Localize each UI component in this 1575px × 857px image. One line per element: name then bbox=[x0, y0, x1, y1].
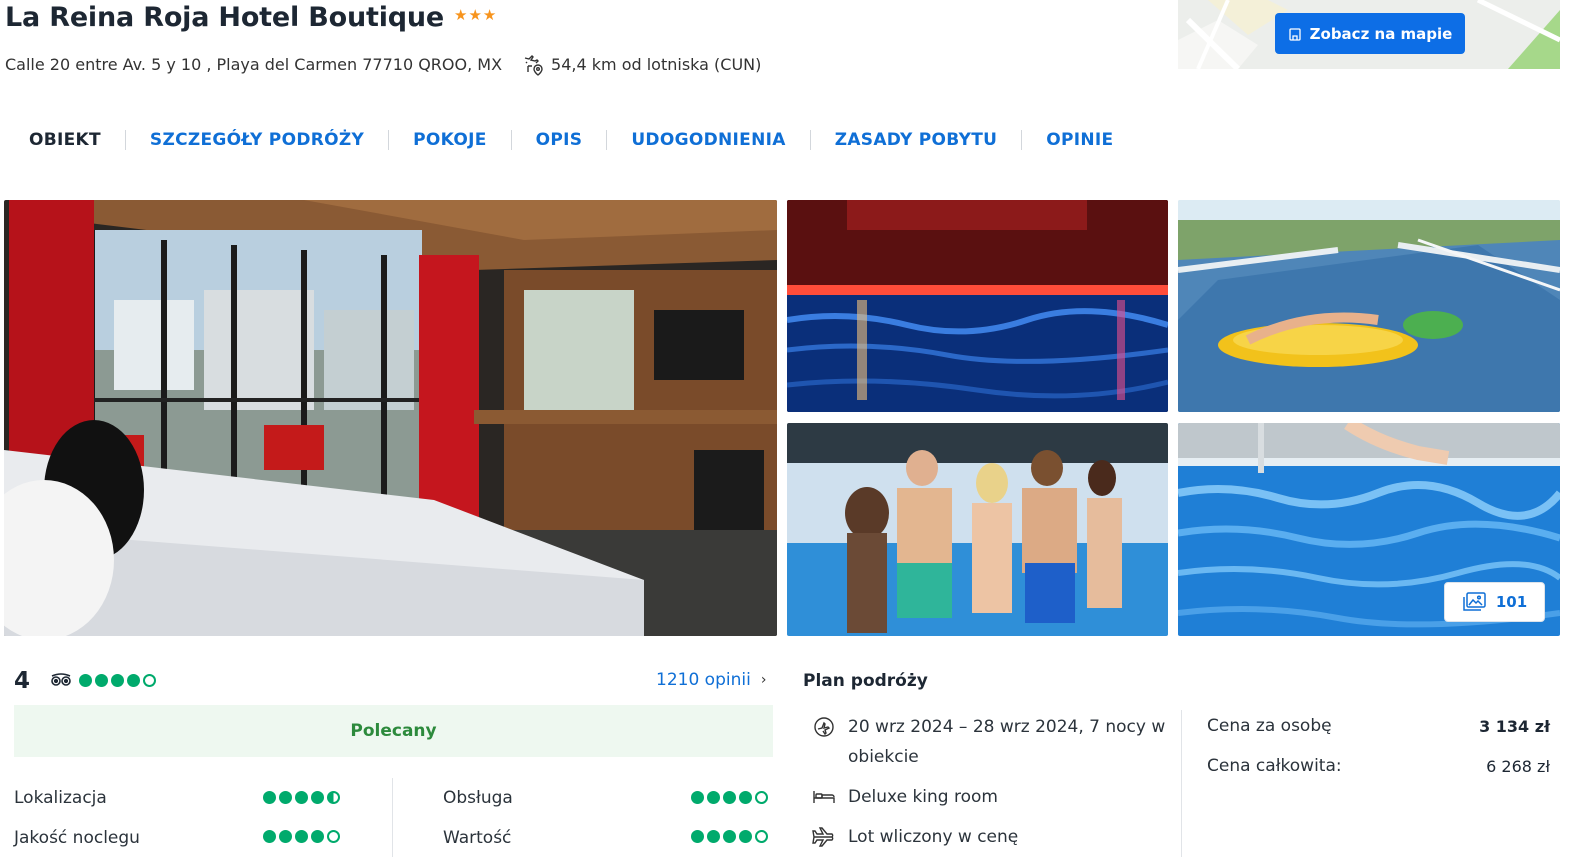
rating-bubble bbox=[111, 673, 124, 687]
bed-icon bbox=[813, 791, 835, 803]
trip-flight: Lot wliczony w cenę bbox=[812, 822, 1018, 852]
rating-bubble bbox=[311, 791, 324, 804]
rating-bubble bbox=[739, 791, 752, 804]
price-per-person-label: Cena za osobę bbox=[1207, 716, 1332, 736]
chevron-right-icon: › bbox=[760, 672, 767, 688]
subrating-label-jakosc: Jakość noclegu bbox=[14, 828, 140, 848]
subrating-bubbles-wartosc bbox=[691, 830, 768, 843]
view-on-map-label: Zobacz na mapie bbox=[1309, 24, 1453, 43]
hotel-name: La Reina Roja Hotel Boutique bbox=[5, 2, 445, 33]
subrating-label-obsluga: Obsługa bbox=[443, 788, 513, 808]
star-rating: ★★★ bbox=[454, 5, 498, 24]
subrating-bubbles-jakosc bbox=[263, 830, 340, 843]
section-tabs: OBIEKT SZCZEGÓŁY PODRÓŻY POKOJE OPIS UDO… bbox=[29, 126, 1113, 154]
tab-divider bbox=[510, 130, 512, 150]
airport-distance-text: 54,4 km od lotniska (CUN) bbox=[551, 54, 762, 74]
tab-obiekt[interactable]: OBIEKT bbox=[29, 130, 101, 150]
recommendation-label: Polecany bbox=[350, 721, 437, 741]
rating-bubble bbox=[295, 830, 308, 843]
hotel-room-photo[interactable] bbox=[4, 200, 777, 636]
trip-dates-line2: obiekcie bbox=[848, 747, 919, 767]
address-line: Calle 20 entre Av. 5 y 10 , Playa del Ca… bbox=[5, 52, 761, 76]
rating-bubble bbox=[755, 830, 768, 843]
subrating-bubbles-lokalizacja bbox=[263, 791, 340, 804]
rooftop-pool-float-photo[interactable] bbox=[1178, 200, 1560, 412]
rating-bubble bbox=[263, 791, 276, 804]
rating-bubble bbox=[707, 791, 720, 804]
tab-divider bbox=[809, 130, 811, 150]
tab-divider bbox=[388, 130, 390, 150]
rating-bubble bbox=[327, 830, 340, 843]
subrating-divider bbox=[392, 778, 393, 857]
night-pool-photo[interactable] bbox=[787, 200, 1168, 412]
plan-price-divider bbox=[1181, 710, 1182, 857]
rating-bubble bbox=[707, 830, 720, 843]
trip-dates-line1: 20 wrz 2024 – 28 wrz 2024, 7 nocy w bbox=[848, 717, 1166, 737]
rating-bubble bbox=[263, 830, 276, 843]
airport-distance: 54,4 km od lotniska (CUN) bbox=[522, 52, 761, 76]
rating-bubble bbox=[79, 673, 92, 687]
tab-opinie[interactable]: OPINIE bbox=[1046, 130, 1113, 150]
price-per-person-value: 3 134 zł bbox=[1479, 717, 1550, 736]
rating-bubble bbox=[295, 791, 308, 804]
rating-bubble bbox=[95, 673, 108, 687]
rating-bubble bbox=[279, 791, 292, 804]
rating-bubble bbox=[739, 830, 752, 843]
plane-icon bbox=[812, 827, 834, 847]
rating-bubble bbox=[723, 830, 736, 843]
tab-divider bbox=[1021, 130, 1023, 150]
tab-divider bbox=[124, 130, 126, 150]
rating-bubble bbox=[723, 791, 736, 804]
trip-plan-title: Plan podróży bbox=[803, 671, 928, 691]
reviews-count: 1210 opinii bbox=[656, 670, 751, 690]
rating-bubble bbox=[691, 830, 704, 843]
rating-bubble bbox=[143, 673, 156, 687]
rating-bubble bbox=[127, 673, 140, 687]
subrating-label-wartosc: Wartość bbox=[443, 828, 512, 848]
tab-zasady-pobytu[interactable]: ZASADY POBYTU bbox=[835, 130, 998, 150]
price-total-value: 6 268 zł bbox=[1486, 757, 1550, 776]
rating-score: 4 bbox=[14, 668, 31, 694]
trip-room-text: Deluxe king room bbox=[848, 787, 998, 807]
gallery-icon bbox=[1463, 592, 1486, 611]
photo-count: 101 bbox=[1495, 593, 1528, 611]
trip-flight-text: Lot wliczony w cenę bbox=[848, 827, 1019, 847]
photo-count-button[interactable]: 101 bbox=[1444, 582, 1545, 622]
tab-udogodnienia[interactable]: UDOGODNIENIA bbox=[631, 130, 785, 150]
guests-pool-party-photo[interactable] bbox=[787, 423, 1168, 636]
rating-bubble bbox=[755, 791, 768, 804]
tripadvisor-rating bbox=[50, 673, 156, 687]
view-on-map-button[interactable]: Zobacz na mapie bbox=[1275, 13, 1465, 54]
tab-szczegoly-podrozy[interactable]: SZCZEGÓŁY PODRÓŻY bbox=[150, 130, 364, 150]
hotel-address: Calle 20 entre Av. 5 y 10 , Playa del Ca… bbox=[5, 54, 503, 74]
hotel-header: La Reina Roja Hotel Boutique ★★★ bbox=[5, 2, 497, 33]
rating-bubble bbox=[327, 791, 340, 804]
trip-dates: 20 wrz 2024 – 28 wrz 2024, 7 nocy w obie… bbox=[812, 712, 1165, 772]
tab-divider bbox=[606, 130, 608, 150]
calendar-plane-icon bbox=[814, 717, 834, 737]
subrating-bubbles-obsluga bbox=[691, 791, 768, 804]
subrating-label-lokalizacja: Lokalizacja bbox=[14, 788, 107, 808]
map-building-icon bbox=[1288, 27, 1301, 41]
trip-room: Deluxe king room bbox=[812, 782, 998, 812]
rating-bubble bbox=[279, 830, 292, 843]
airport-distance-icon bbox=[524, 55, 543, 76]
tab-pokoje[interactable]: POKOJE bbox=[413, 130, 487, 150]
rating-bubble bbox=[311, 830, 324, 843]
recommendation-banner: Polecany bbox=[14, 705, 773, 757]
price-total-label: Cena całkowita: bbox=[1207, 756, 1342, 776]
tab-opis[interactable]: OPIS bbox=[536, 130, 583, 150]
rating-bubble bbox=[691, 791, 704, 804]
reviews-link[interactable]: 1210 opinii › bbox=[656, 670, 766, 690]
tripadvisor-owl-icon bbox=[51, 673, 71, 686]
